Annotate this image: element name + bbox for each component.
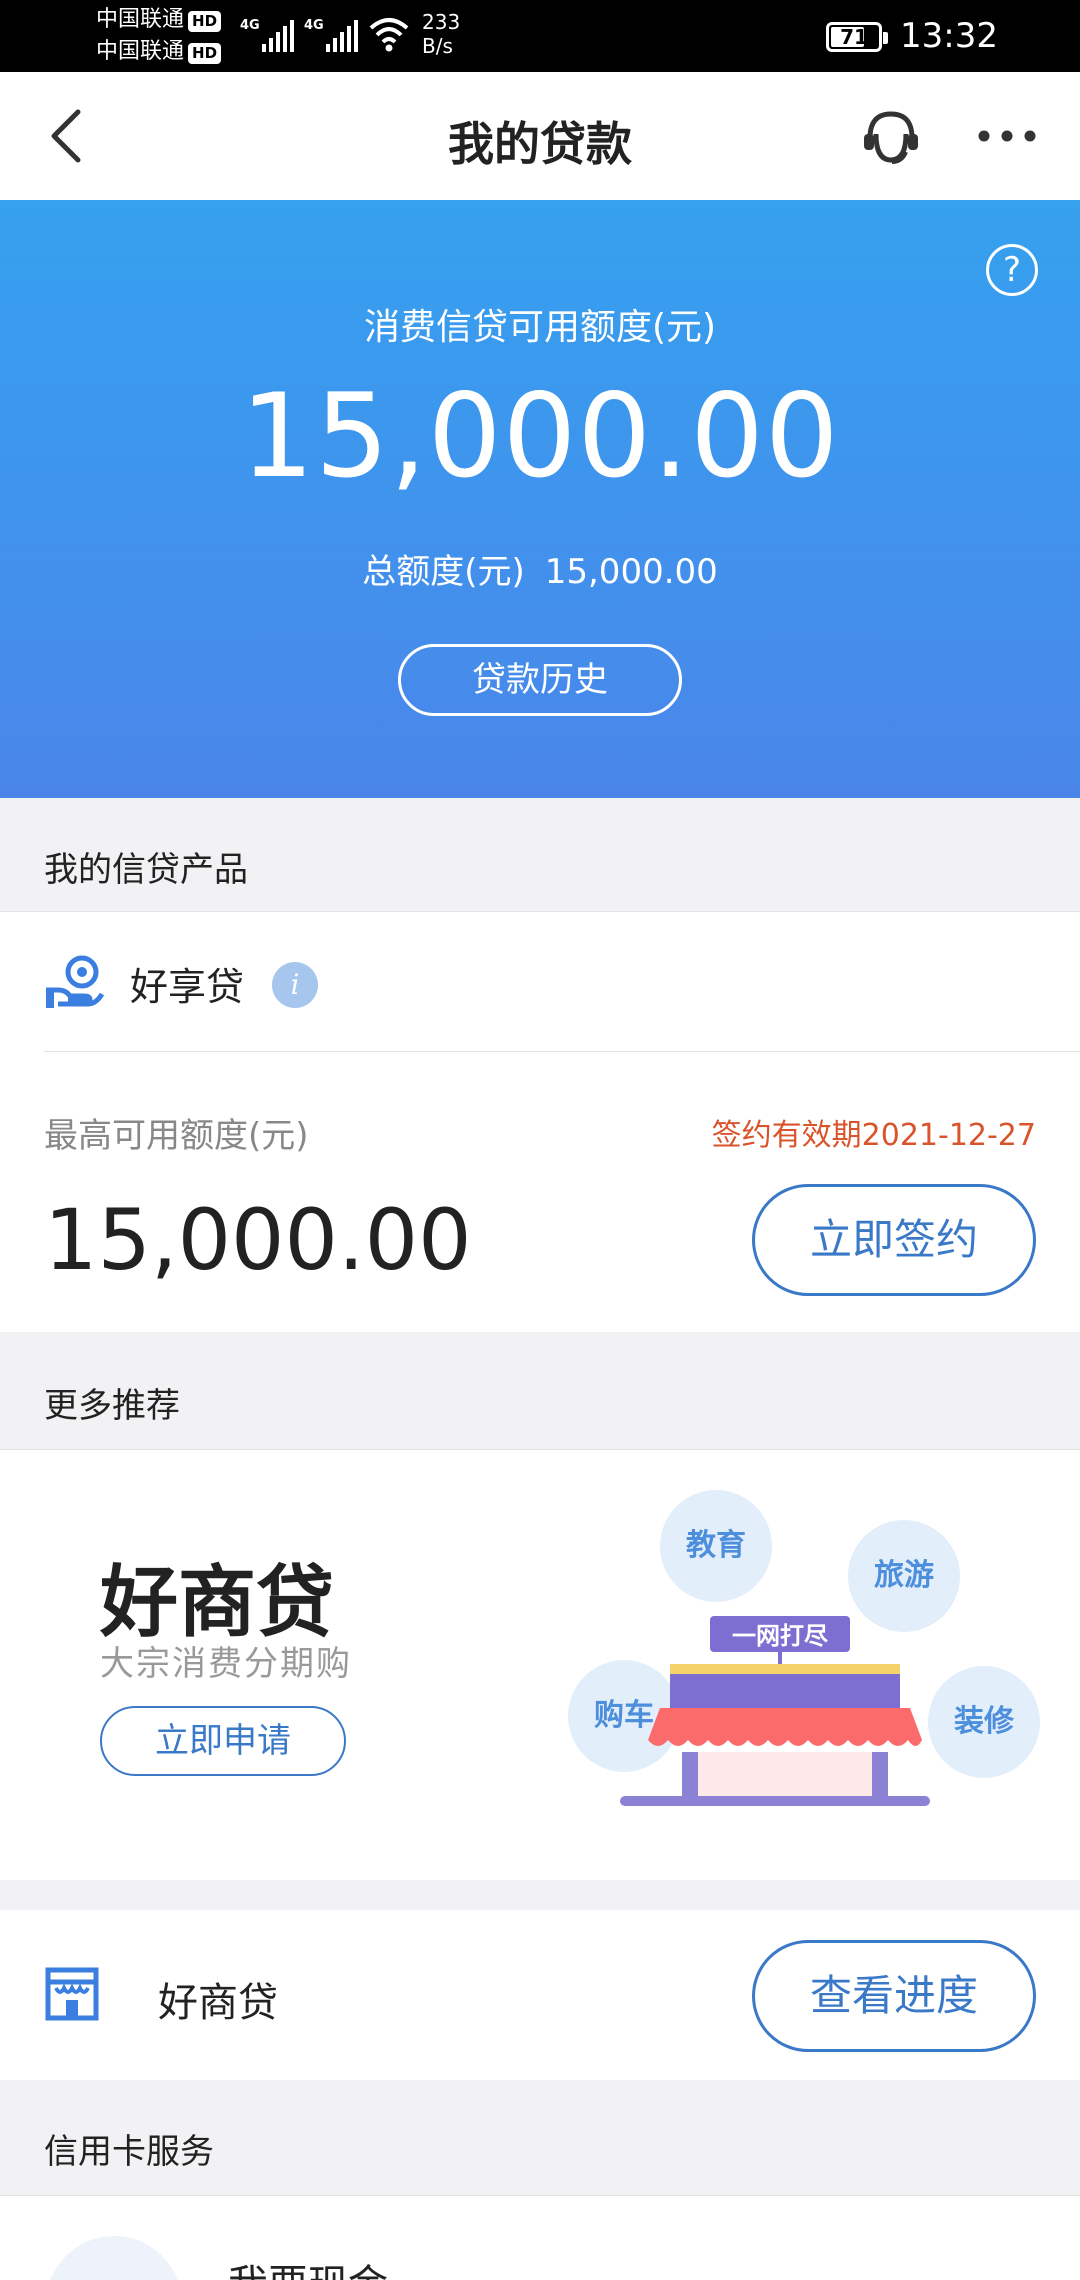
product-card: 好享贷 i 最高可用额度(元) 签约有效期2021-12-27 15,000.0… [0, 912, 1080, 1332]
shop-icon [45, 1967, 99, 2021]
apply-now-button[interactable]: 立即申请 [100, 1706, 346, 1776]
section-header-more: 更多推荐 [0, 1334, 1080, 1450]
sign-expiry-text: 签约有效期2021-12-27 [711, 1118, 1036, 1153]
bubble-education: 教育 [660, 1490, 772, 1602]
sign-now-button[interactable]: 立即签约 [752, 1184, 1036, 1296]
progress-product-name: 好商贷 [158, 1980, 278, 2026]
wifi-icon [369, 18, 409, 52]
section-title: 更多推荐 [44, 1386, 180, 1426]
section-header-my-products: 我的信贷产品 [0, 798, 1080, 912]
cash-service-item[interactable]: 我要现金 [0, 2196, 1080, 2280]
section-header-credit-card: 信用卡服务 [0, 2080, 1080, 2196]
cash-item-title: 我要现金 [228, 2252, 388, 2280]
carrier-1: 中国联通 HD [96, 8, 222, 32]
loan-hand-icon [46, 955, 104, 1008]
total-credit-value: 15,000.00 [544, 552, 718, 592]
promo-illustration: 教育 旅游 购车 装修 一网打尽 [560, 1490, 1050, 1830]
clock: 13:32 [900, 16, 998, 56]
product-name: 好享贷 [130, 965, 245, 1009]
help-icon[interactable]: ? [986, 244, 1038, 296]
total-credit: 总额度(元) 15,000.00 [0, 544, 1080, 593]
signal-icon: 4G [304, 18, 361, 52]
customer-service-icon[interactable] [858, 104, 924, 170]
info-icon[interactable]: i [272, 962, 318, 1008]
available-credit-amount: 15,000.00 [240, 369, 840, 504]
bubble-renovation: 装修 [928, 1666, 1040, 1778]
application-progress-row[interactable]: 好商贷 查看进度 [0, 1910, 1080, 2080]
check-progress-button[interactable]: 查看进度 [752, 1940, 1036, 2052]
battery-icon: 71 [826, 22, 888, 52]
more-dots-icon[interactable] [972, 112, 1042, 162]
net-speed: 233 B/s [422, 10, 461, 58]
product-header[interactable]: 好享贷 i [44, 912, 1080, 1052]
banner-text: 一网打尽 [732, 1622, 828, 1650]
hd-badge: HD [188, 43, 222, 64]
available-credit-label: 消费信贷可用额度(元) [363, 307, 717, 348]
status-bar: 中国联通 HD 中国联通 HD 4G 4G 233 B/s 71 13:32 [0, 0, 1080, 72]
carrier-2: 中国联通 HD [96, 40, 222, 64]
signal-icon: 4G [240, 18, 297, 52]
credit-summary-card: ? 消费信贷可用额度(元) 15,000.00 总额度(元) 15,000.00 … [0, 200, 1080, 798]
max-limit-label: 最高可用额度(元) [44, 1116, 309, 1156]
hd-badge: HD [188, 11, 222, 32]
loan-history-button[interactable]: 贷款历史 [398, 644, 682, 716]
nav-bar: 我的贷款 [0, 72, 1080, 200]
section-title: 我的信贷产品 [44, 850, 248, 890]
promo-banner[interactable]: 好商贷 大宗消费分期购 立即申请 教育 旅游 购车 装修 一网打尽 [0, 1450, 1080, 1880]
total-credit-label: 总额度(元) [362, 552, 525, 592]
max-limit-value: 15,000.00 [44, 1191, 472, 1289]
section-title: 信用卡服务 [44, 2132, 214, 2172]
cash-icon [46, 2236, 182, 2280]
promo-subtitle: 大宗消费分期购 [100, 1644, 352, 1684]
